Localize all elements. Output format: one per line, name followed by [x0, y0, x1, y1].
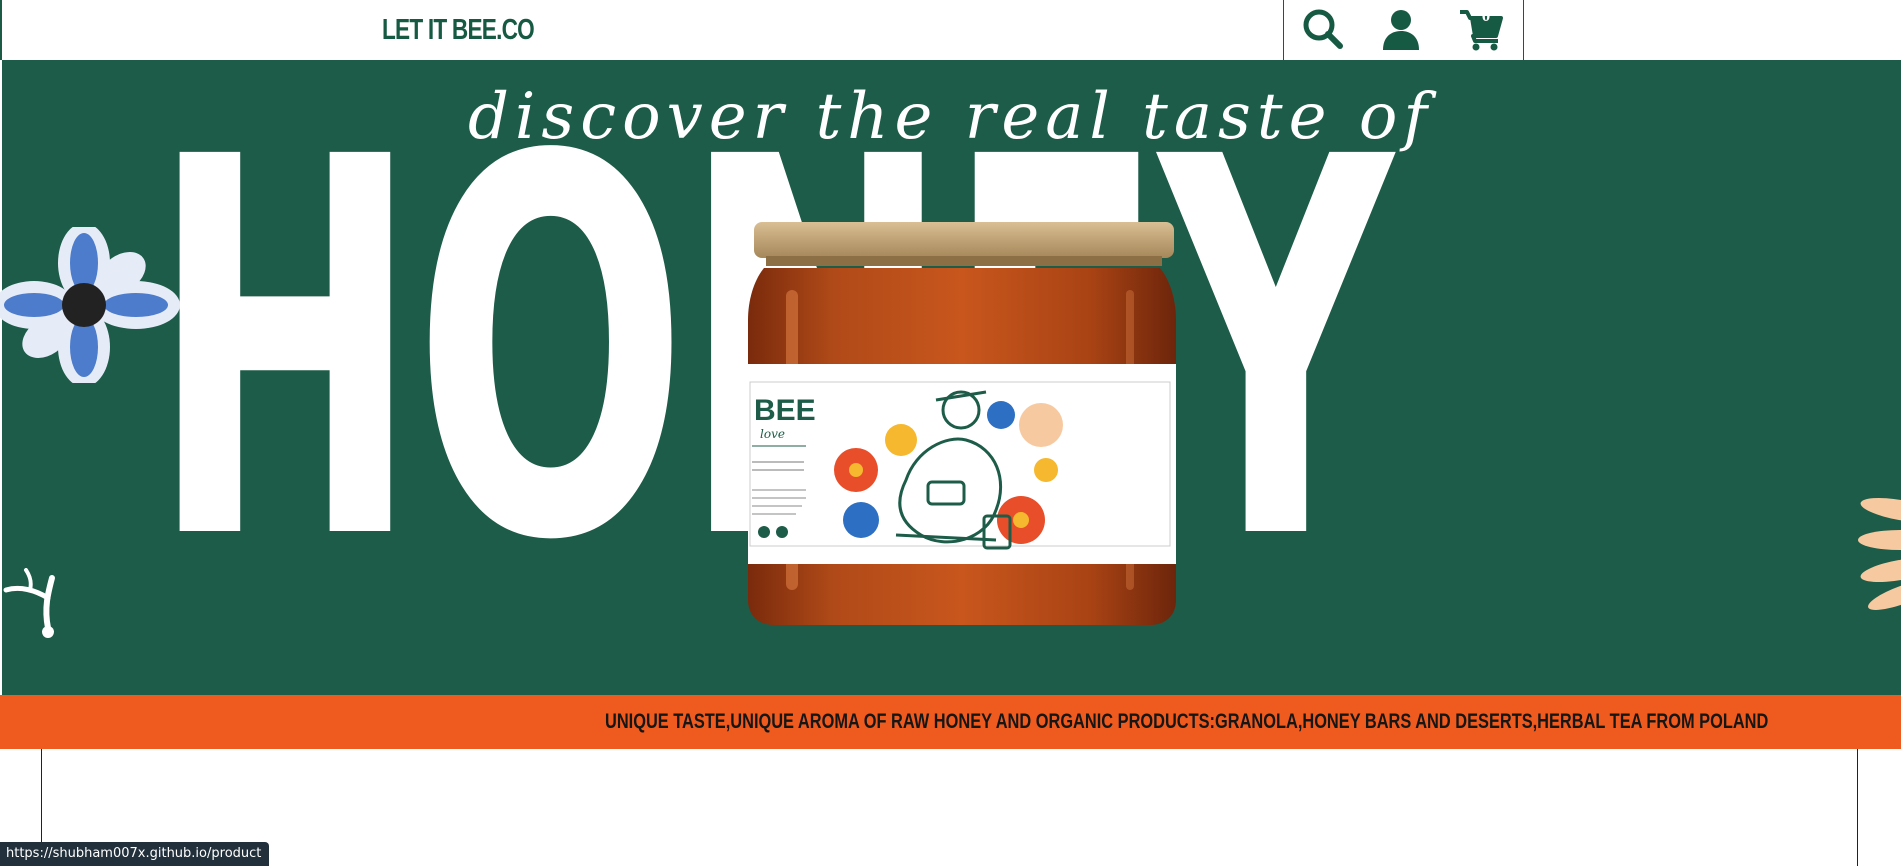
cart-count-badge: 0	[1481, 6, 1491, 25]
sprout-illustration	[3, 568, 55, 638]
svg-text:BEE: BEE	[754, 394, 816, 427]
search-icon[interactable]	[1300, 6, 1346, 52]
promo-strip: UNIQUE TASTE,UNIQUE AROMA OF RAW HONEY A…	[0, 695, 1901, 749]
site-header: LET IT BEE.CO 0	[0, 0, 1901, 60]
promo-strip-text: UNIQUE TASTE,UNIQUE AROMA OF RAW HONEY A…	[605, 710, 1769, 733]
site-logo[interactable]: LET IT BEE.CO	[382, 10, 535, 50]
flower-illustration-right	[1858, 497, 1901, 610]
link-status-bar: https://shubham007x.github.io/product	[0, 842, 270, 866]
svg-text:love: love	[760, 427, 785, 441]
honey-jar-image[interactable]: BEE love	[746, 220, 1178, 630]
hero-banner: discover the real taste of HONEY	[0, 60, 1901, 695]
content-container	[41, 749, 1858, 866]
user-icon[interactable]	[1378, 6, 1424, 52]
flower-illustration	[0, 227, 180, 383]
